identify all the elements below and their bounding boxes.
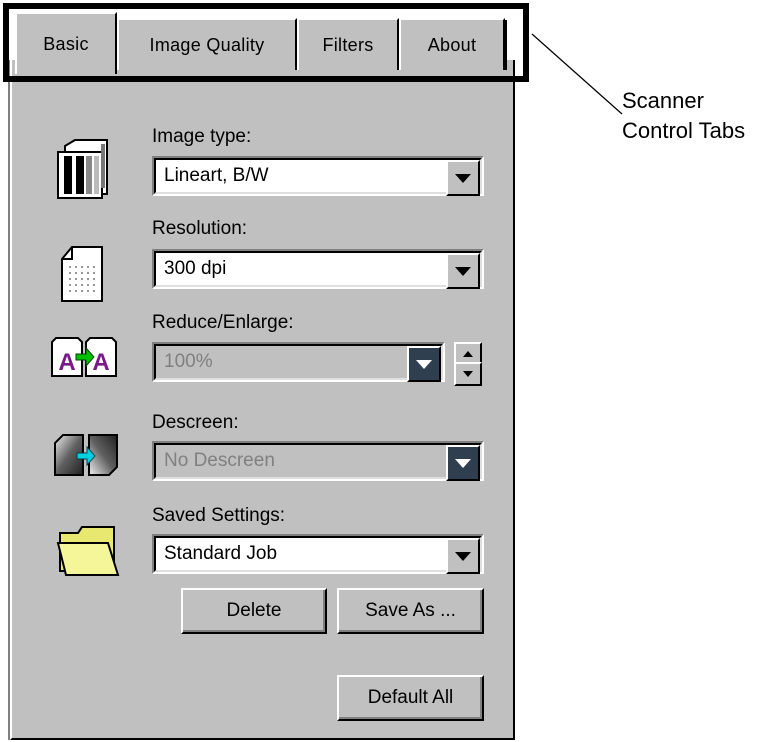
default-all-button[interactable]: Default All	[337, 675, 484, 721]
callout-line-1: Scanner	[622, 88, 704, 113]
tab-basic[interactable]: Basic	[15, 12, 117, 74]
tab-filters[interactable]: Filters	[297, 18, 399, 70]
saved-settings-dropdown[interactable]: Standard Job	[152, 534, 484, 574]
svg-text:A: A	[92, 349, 109, 376]
resolution-dropdown[interactable]: 300 dpi	[152, 249, 484, 289]
tab-image-quality[interactable]: Image Quality	[117, 18, 297, 70]
chevron-down-icon[interactable]	[446, 160, 480, 196]
chevron-down-icon[interactable]	[446, 538, 480, 574]
saved-settings-value: Standard Job	[164, 543, 278, 564]
descreen-value: No Descreen	[164, 450, 275, 471]
reduce-enlarge-dropdown[interactable]: 100%	[152, 342, 445, 382]
reduce-enlarge-label: Reduce/Enlarge:	[152, 312, 294, 333]
image-type-label: Image type:	[152, 126, 252, 147]
save-as-button[interactable]: Save As ...	[337, 588, 484, 634]
svg-text:A: A	[58, 349, 75, 376]
resolution-icon	[61, 246, 103, 302]
resolution-value: 300 dpi	[164, 258, 227, 279]
reduce-enlarge-icon: A A	[51, 337, 117, 377]
callout-label: Scanner Control Tabs	[622, 86, 745, 146]
image-type-value: Lineart, B/W	[164, 165, 269, 186]
resolution-label: Resolution:	[152, 218, 248, 239]
chevron-down-icon[interactable]	[446, 445, 480, 481]
saved-settings-label: Saved Settings:	[152, 505, 286, 526]
callout-line-2: Control Tabs	[622, 118, 746, 143]
image-type-icon	[57, 139, 108, 199]
tab-row-end	[505, 20, 507, 70]
spin-down-icon[interactable]	[454, 362, 482, 386]
delete-button[interactable]: Delete	[181, 588, 327, 634]
image-type-dropdown[interactable]: Lineart, B/W	[152, 156, 484, 196]
descreen-dropdown[interactable]: No Descreen	[152, 441, 484, 481]
reduce-enlarge-spinner[interactable]	[454, 342, 482, 386]
folder-icon	[56, 526, 120, 576]
descreen-icon	[54, 434, 118, 476]
tab-about[interactable]: About	[399, 18, 505, 70]
descreen-label: Descreen:	[152, 412, 239, 433]
chevron-down-icon[interactable]	[407, 346, 441, 382]
reduce-enlarge-value: 100%	[164, 351, 213, 372]
chevron-down-icon[interactable]	[446, 253, 480, 289]
